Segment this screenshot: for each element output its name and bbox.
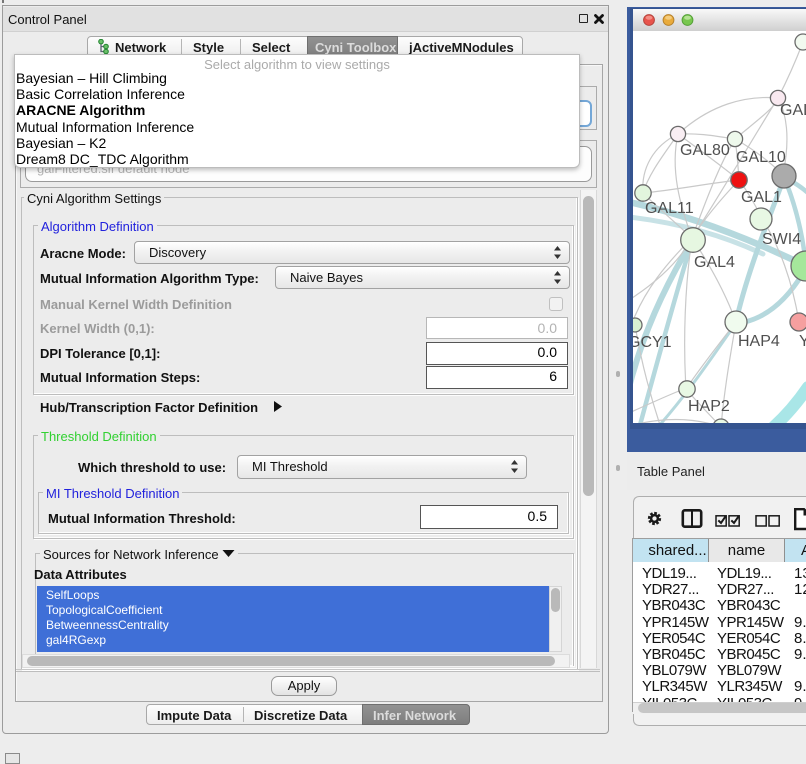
svg-text:GAL80: GAL80 [680, 142, 730, 159]
svg-text:GAL10: GAL10 [736, 149, 786, 166]
svg-text:GAL4: GAL4 [694, 254, 735, 271]
svg-text:GAL1: GAL1 [741, 189, 782, 206]
svg-text:HAP4: HAP4 [738, 333, 780, 350]
svg-text:GAL11: GAL11 [645, 200, 694, 217]
svg-text:Y: Y [799, 333, 806, 350]
svg-text:HAP2: HAP2 [688, 398, 730, 415]
svg-text:SWI4: SWI4 [762, 231, 801, 248]
svg-text:GCY1: GCY1 [633, 334, 672, 351]
svg-text:GAL: GAL [780, 102, 806, 119]
